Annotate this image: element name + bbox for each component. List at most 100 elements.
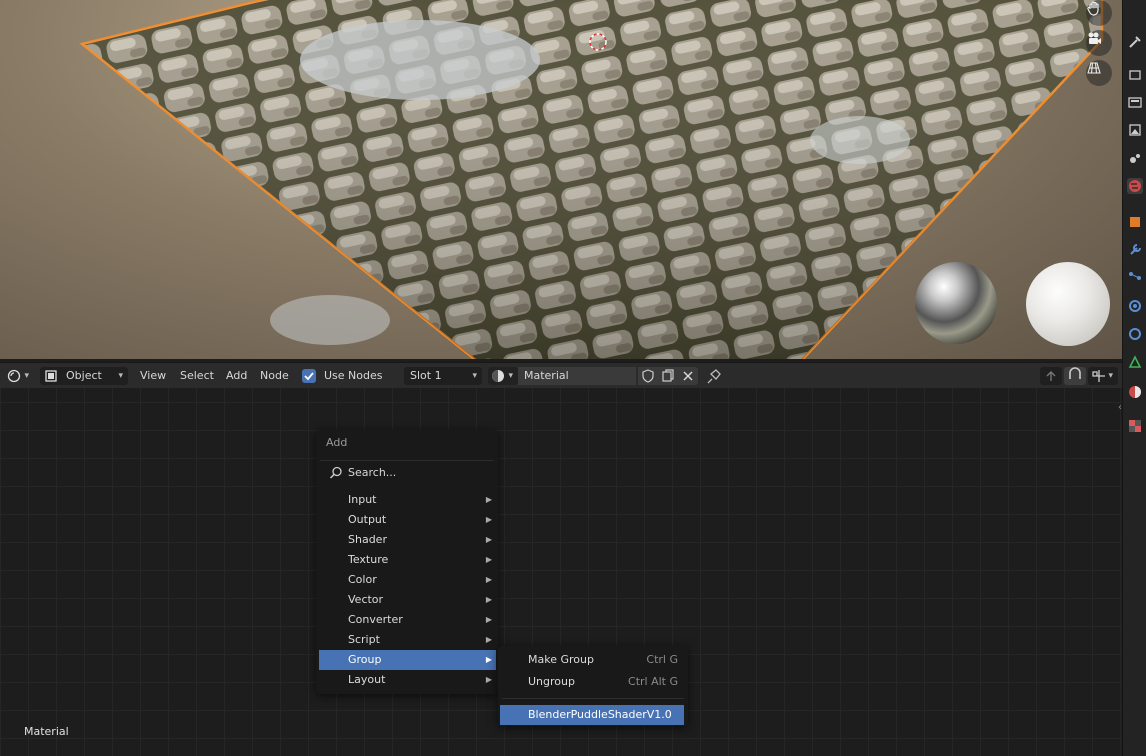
- menu-item-label: Texture: [348, 553, 389, 566]
- pin-button[interactable]: [704, 367, 724, 385]
- hdri-preview-sphere-chrome: [915, 262, 997, 344]
- submenu-arrow-icon: ▶: [485, 555, 492, 564]
- menu-item-vector[interactable]: Vector ▶: [319, 590, 496, 610]
- menu-node[interactable]: Node: [260, 367, 289, 385]
- make-group-shortcut: Ctrl G: [646, 653, 678, 666]
- close-icon: [683, 371, 693, 381]
- scene-tab-icon[interactable]: [1127, 150, 1143, 166]
- add-menu: Add Search... Input ▶ Output ▶ Shader ▶ Tex…: [316, 430, 498, 694]
- constraints-tab-icon[interactable]: [1127, 326, 1143, 342]
- menu-item-label: Layout: [348, 673, 386, 686]
- hand-icon[interactable]: [1086, 0, 1112, 26]
- grid-icon[interactable]: [1086, 60, 1112, 86]
- object-mode-icon: [44, 369, 58, 389]
- physics-tab-icon[interactable]: [1127, 298, 1143, 314]
- world-tab-icon[interactable]: [1127, 178, 1143, 194]
- submenu-arrow-icon: ▶: [485, 515, 492, 524]
- chevron-down-icon: ▾: [472, 371, 477, 381]
- puddle: [300, 20, 540, 100]
- snap-toggle[interactable]: [1064, 367, 1086, 385]
- object-mode-dropdown[interactable]: Object ▾: [40, 367, 128, 385]
- hdri-preview-sphere-diffuse: [1026, 262, 1110, 346]
- ungroup-item[interactable]: Ungroup Ctrl Alt G: [500, 672, 684, 692]
- menu-item-label: Input: [348, 493, 377, 506]
- menu-view[interactable]: View: [140, 367, 166, 385]
- snap-settings-dropdown[interactable]: ▾: [1088, 367, 1118, 385]
- menu-item-label: Group: [348, 653, 382, 666]
- duplicate-material-button[interactable]: [658, 367, 678, 385]
- 3d-viewport[interactable]: [0, 0, 1122, 359]
- modifier-tab-icon[interactable]: [1127, 242, 1143, 258]
- view-layer-tab-icon[interactable]: [1127, 122, 1143, 138]
- search-label: Search...: [348, 466, 397, 479]
- object-tab-icon[interactable]: [1127, 214, 1143, 230]
- chevron-down-icon: ▾: [118, 371, 123, 381]
- editor-type-icon: [7, 369, 21, 389]
- object-mode-label: Object: [66, 369, 102, 382]
- puddle-shader-group-label: BlenderPuddleShaderV1.0: [528, 708, 672, 721]
- slot-dropdown[interactable]: Slot 1 ▾: [404, 367, 482, 385]
- material-sphere-icon: [491, 369, 505, 389]
- slot-label: Slot 1: [410, 369, 442, 382]
- add-menu-search[interactable]: Search...: [320, 460, 494, 483]
- menu-item-label: Vector: [348, 593, 384, 606]
- tool-tab-icon[interactable]: [1127, 34, 1143, 50]
- menu-item-shader[interactable]: Shader ▶: [319, 530, 496, 550]
- menu-item-input[interactable]: Input ▶: [319, 490, 496, 510]
- submenu-arrow-icon: ▶: [485, 535, 492, 544]
- menu-item-converter[interactable]: Converter ▶: [319, 610, 496, 630]
- particles-tab-icon[interactable]: [1127, 270, 1143, 286]
- menu-item-texture[interactable]: Texture ▶: [319, 550, 496, 570]
- search-icon: [329, 466, 342, 479]
- use-nodes-checkbox[interactable]: [302, 369, 316, 383]
- menu-item-label: Shader: [348, 533, 387, 546]
- material-name-value: Material: [524, 369, 569, 382]
- output-tab-icon[interactable]: [1127, 94, 1143, 110]
- fake-user-shield-icon: [642, 369, 654, 383]
- pin-icon: [707, 369, 721, 384]
- ungroup-shortcut: Ctrl Alt G: [628, 675, 678, 688]
- submenu-arrow-icon: ▶: [485, 635, 492, 644]
- sidebar-toggle-arrow-icon[interactable]: ‹: [1118, 402, 1122, 413]
- menu-item-label: Script: [348, 633, 380, 646]
- ungroup-label: Ungroup: [528, 675, 575, 688]
- group-submenu: Make Group Ctrl G Ungroup Ctrl Alt G Ble…: [498, 646, 688, 726]
- menu-item-output[interactable]: Output ▶: [319, 510, 496, 530]
- chevron-down-icon: ▾: [1108, 371, 1113, 381]
- menu-item-layout[interactable]: Layout ▶: [319, 670, 496, 690]
- fake-user-button[interactable]: [638, 367, 658, 385]
- submenu-arrow-icon: ▶: [485, 615, 492, 624]
- menu-select[interactable]: Select: [180, 367, 214, 385]
- editor-type-selector[interactable]: ▾: [4, 367, 34, 385]
- submenu-divider: [502, 698, 684, 699]
- parent-node-tree-button[interactable]: [1040, 367, 1062, 385]
- unlink-material-button[interactable]: [678, 367, 698, 385]
- chevron-down-icon: ▾: [508, 371, 513, 381]
- puddle-shader-group-item[interactable]: BlenderPuddleShaderV1.0: [500, 705, 684, 725]
- menu-item-label: Converter: [348, 613, 403, 626]
- material-browse-button[interactable]: ▾: [488, 367, 518, 385]
- render-tab-icon[interactable]: [1127, 66, 1143, 82]
- data-tab-icon[interactable]: [1127, 354, 1143, 370]
- node-editor-header: ▾ Object ▾ View Select Add Node Use Node…: [0, 362, 1122, 389]
- make-group-label: Make Group: [528, 653, 594, 666]
- snap-settings-icon: [1092, 370, 1105, 382]
- submenu-arrow-icon: ▶: [485, 575, 492, 584]
- snap-icon: [1069, 367, 1081, 379]
- camera-icon[interactable]: [1086, 30, 1112, 56]
- make-group-item[interactable]: Make Group Ctrl G: [500, 650, 684, 670]
- material-name-field[interactable]: Material: [518, 367, 636, 385]
- menu-item-color[interactable]: Color ▶: [319, 570, 496, 590]
- material-tab-icon[interactable]: [1127, 384, 1143, 400]
- chevron-down-icon: ▾: [24, 371, 29, 381]
- submenu-arrow-icon: ▶: [485, 655, 492, 664]
- properties-tab-strip: [1122, 0, 1146, 756]
- use-nodes-label[interactable]: Use Nodes: [324, 367, 383, 385]
- menu-item-group[interactable]: Group ▶: [319, 650, 496, 670]
- duplicate-icon: [662, 369, 674, 382]
- texture-tab-icon[interactable]: [1127, 418, 1143, 434]
- menu-add[interactable]: Add: [226, 367, 247, 385]
- menu-item-script[interactable]: Script ▶: [319, 630, 496, 650]
- menu-item-label: Color: [348, 573, 377, 586]
- checkbox-icon: [304, 372, 314, 381]
